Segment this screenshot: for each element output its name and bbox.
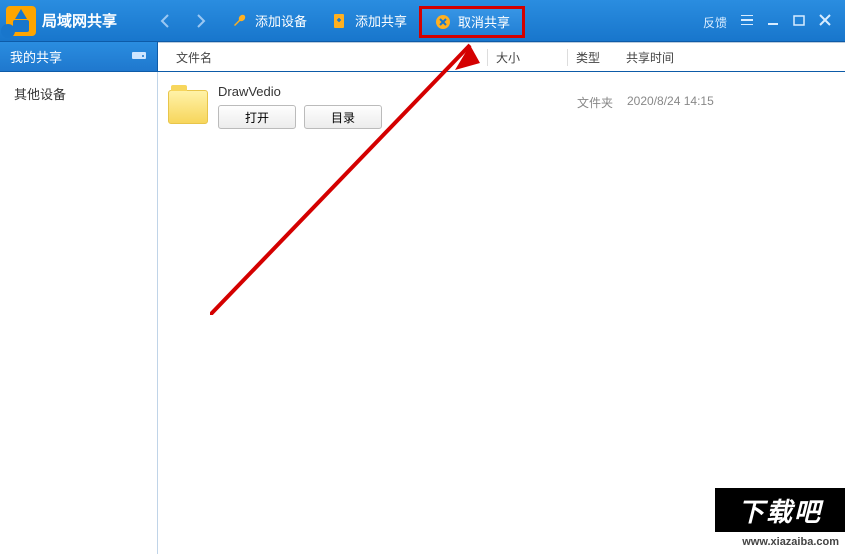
menu-icon[interactable] <box>741 14 753 28</box>
add-share-button[interactable]: 添加共享 <box>319 0 419 42</box>
column-headers: 文件名 大小 类型 共享时间 <box>158 42 845 71</box>
cancel-share-button[interactable]: 取消共享 <box>419 6 525 38</box>
nav-back-button[interactable] <box>155 11 175 31</box>
watermark-logo: 下载吧 <box>715 488 845 532</box>
sub-header: 我的共享 文件名 大小 类型 共享时间 <box>0 42 845 72</box>
content-area: DrawVedio 打开 目录 文件夹 2020/8/24 14:15 <box>158 72 845 554</box>
minimize-button[interactable] <box>767 14 779 29</box>
watermark-url: www.xiazaiba.com <box>742 536 839 548</box>
add-device-label: 添加设备 <box>255 11 307 30</box>
column-type[interactable]: 类型 <box>568 49 618 66</box>
cancel-share-label: 取消共享 <box>458 12 510 31</box>
wrench-icon <box>231 12 249 30</box>
disk-icon <box>131 49 147 64</box>
add-share-label: 添加共享 <box>355 11 407 30</box>
app-title: 局域网共享 <box>42 10 117 31</box>
add-device-button[interactable]: 添加设备 <box>219 0 319 42</box>
sidebar-item-other-devices[interactable]: 其他设备 <box>0 78 157 109</box>
titlebar: 局域网共享 添加设备 添加共享 取消共享 反馈 <box>0 0 845 42</box>
file-name: DrawVedio <box>218 84 382 99</box>
app-icon <box>6 6 36 36</box>
directory-button[interactable]: 目录 <box>304 105 382 129</box>
cancel-icon <box>434 13 452 31</box>
sidebar-tab-myshare[interactable]: 我的共享 <box>0 42 158 71</box>
close-button[interactable] <box>819 14 831 29</box>
file-time: 2020/8/24 14:15 <box>627 94 767 108</box>
sidebar: 其他设备 <box>0 72 158 554</box>
open-button[interactable]: 打开 <box>218 105 296 129</box>
sidebar-tab-label: 我的共享 <box>10 47 62 66</box>
add-file-icon <box>331 12 349 30</box>
column-size[interactable]: 大小 <box>488 49 568 66</box>
folder-icon <box>168 90 208 124</box>
column-name[interactable]: 文件名 <box>158 49 488 66</box>
maximize-button[interactable] <box>793 14 805 29</box>
column-time[interactable]: 共享时间 <box>618 49 845 66</box>
feedback-link[interactable]: 反馈 <box>703 14 727 31</box>
nav-forward-button[interactable] <box>191 11 211 31</box>
